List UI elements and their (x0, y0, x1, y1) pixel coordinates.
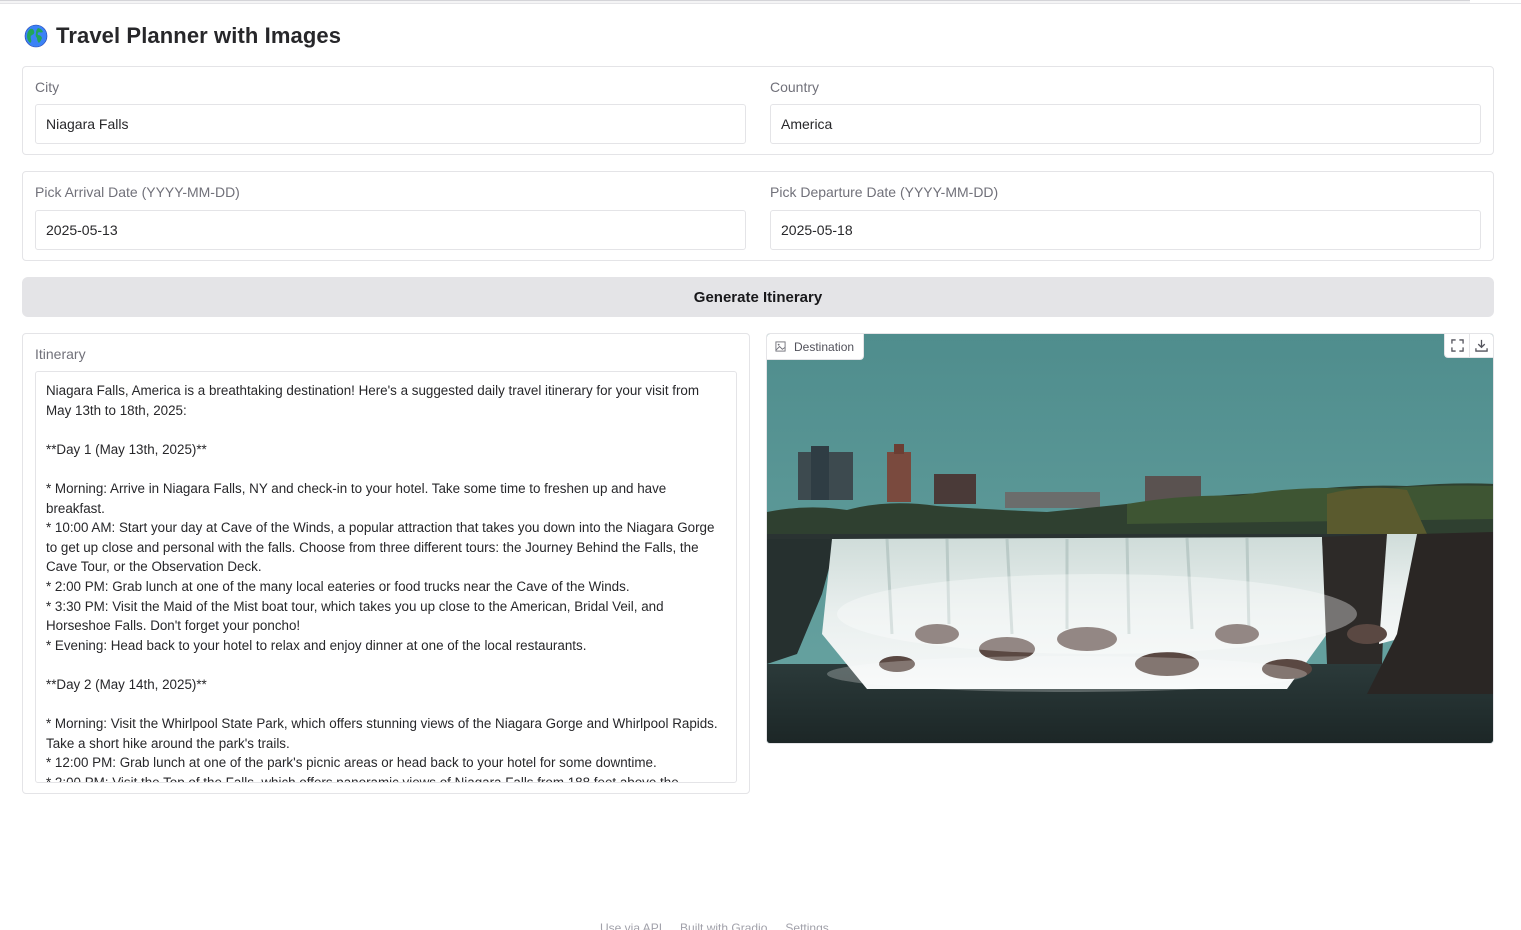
footer: Use via API Built with Gradio Settings (600, 921, 829, 930)
arrival-field: Pick Arrival Date (YYYY-MM-DD) (35, 184, 240, 200)
generate-itinerary-button[interactable]: Generate Itinerary (22, 277, 1494, 317)
destination-photo (767, 334, 1493, 743)
top-divider-right (1470, 3, 1521, 4)
page-header: Travel Planner with Images (24, 22, 341, 50)
location-row: City Country (22, 66, 1494, 155)
dates-row: Pick Arrival Date (YYYY-MM-DD) Pick Depa… (22, 171, 1494, 261)
country-input[interactable] (770, 104, 1481, 144)
departure-field: Pick Departure Date (YYYY-MM-DD) (770, 184, 998, 200)
download-button[interactable] (1469, 334, 1493, 357)
country-field: Country (770, 79, 819, 95)
destination-label: Destination (794, 339, 855, 354)
destination-tag: Destination (767, 334, 865, 360)
itinerary-label: Itinerary (35, 346, 86, 362)
city-field: City (35, 79, 59, 95)
fullscreen-icon (1450, 339, 1464, 352)
fullscreen-button[interactable] (1445, 334, 1469, 357)
city-input[interactable] (35, 104, 746, 144)
globe-icon (24, 24, 48, 48)
departure-label: Pick Departure Date (YYYY-MM-DD) (770, 184, 999, 200)
arrival-label: Pick Arrival Date (YYYY-MM-DD) (35, 184, 240, 200)
download-icon (1475, 339, 1488, 352)
image-actions (1444, 334, 1493, 358)
departure-date-input[interactable] (770, 210, 1481, 250)
image-icon (775, 341, 786, 352)
footer-built-with-link[interactable]: Built with Gradio (680, 921, 767, 930)
top-divider (0, 0, 1470, 4)
footer-api-link[interactable]: Use via API (600, 921, 662, 930)
arrival-date-input[interactable] (35, 210, 746, 250)
footer-settings-link[interactable]: Settings (785, 921, 828, 930)
destination-image-panel: Destination (766, 333, 1494, 744)
itinerary-panel: Itinerary Niagara Falls, America is a br… (22, 333, 750, 794)
country-label: Country (770, 79, 820, 95)
page-title: Travel Planner with Images (56, 23, 342, 48)
city-label: City (35, 79, 60, 95)
itinerary-textarea[interactable]: Niagara Falls, America is a breathtaking… (35, 371, 737, 783)
